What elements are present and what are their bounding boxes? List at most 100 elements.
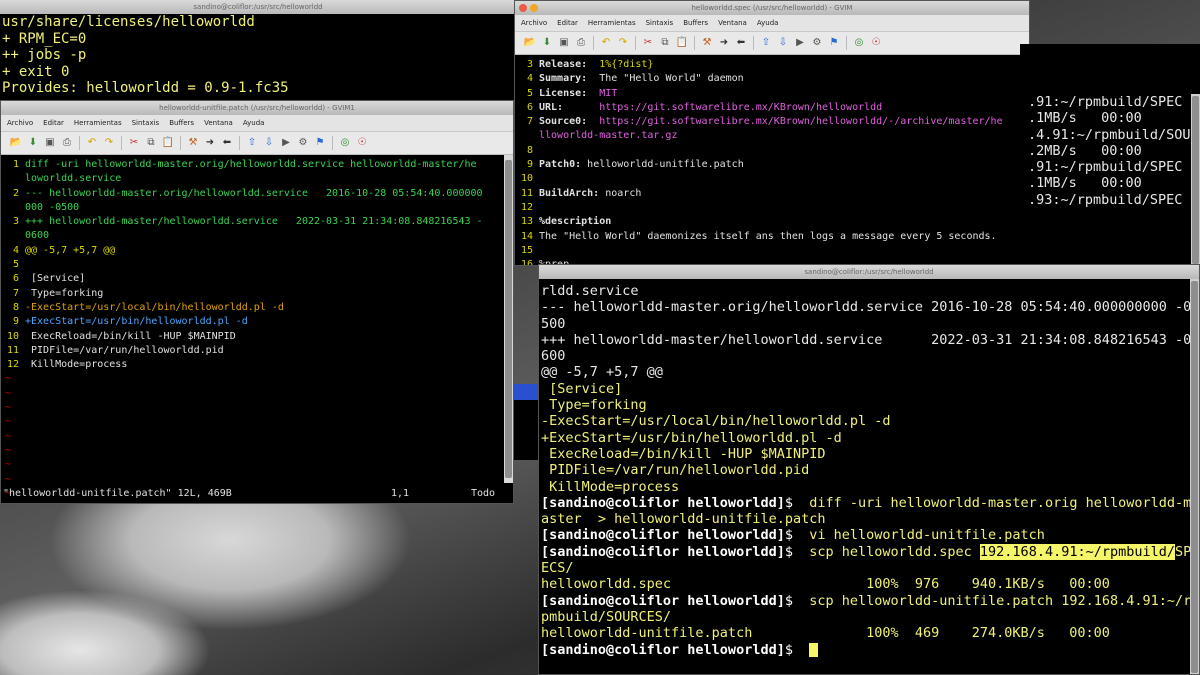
menu-ayuda[interactable]: Ayuda bbox=[243, 119, 265, 127]
spec-value: https://git.softwarelibre.mx/KBrown/hell… bbox=[563, 101, 883, 113]
line-text: +ExecStart=/usr/bin/helloworldd.pl -d bbox=[25, 316, 248, 328]
command-text: aster > helloworldd-unitfile.patch bbox=[541, 511, 826, 528]
paste-icon[interactable]: 📋 bbox=[675, 36, 689, 50]
save-icon[interactable]: ⬇ bbox=[26, 136, 40, 150]
command-text: ECS/ bbox=[541, 560, 574, 577]
status-all: Todo bbox=[471, 488, 496, 499]
terminal-line: KillMode=process bbox=[541, 478, 680, 495]
undo-icon[interactable]: ↶ bbox=[599, 36, 613, 50]
line-number: 9 bbox=[12, 316, 19, 328]
print-icon[interactable]: ⎙ bbox=[574, 36, 588, 50]
find-next-icon[interactable]: ➜ bbox=[717, 36, 731, 50]
tilde: ~ bbox=[5, 473, 12, 485]
empty-line-tilde: ~ bbox=[1, 401, 513, 415]
save-session-icon[interactable]: ⇩ bbox=[776, 36, 790, 50]
terminal-line: [Service] bbox=[541, 380, 623, 397]
run-script-icon[interactable]: ▶ bbox=[279, 136, 293, 150]
terminal-line: .1MB/s 00:00 bbox=[1028, 110, 1142, 127]
menu-ventana[interactable]: Ventana bbox=[718, 19, 747, 27]
help-icon[interactable]: ◎ bbox=[852, 36, 866, 50]
save-icon[interactable]: ⬇ bbox=[540, 36, 554, 50]
gvim-spec-titlebar: helloworldd.spec (/usr/src/helloworldd) … bbox=[515, 1, 1029, 15]
close-window-icon[interactable] bbox=[519, 4, 527, 12]
session-line: [sandino@coliflor helloworldd]$ diff -ur… bbox=[541, 495, 1199, 511]
spec-value: helloworldd-unitfile.patch bbox=[581, 159, 744, 171]
menu-herramientas[interactable]: Herramientas bbox=[74, 119, 122, 127]
menu-editar[interactable]: Editar bbox=[43, 119, 64, 127]
gvim-patch-buffer[interactable]: 1 diff -uri helloworldd-master.orig/hello… bbox=[1, 155, 513, 499]
copy-icon[interactable]: ⧉ bbox=[658, 36, 672, 50]
cut-icon[interactable]: ✂ bbox=[127, 136, 141, 150]
ctags-icon[interactable]: ⚑ bbox=[827, 36, 841, 50]
run-script-icon[interactable]: ▶ bbox=[793, 36, 807, 50]
line-number: 8 bbox=[526, 144, 533, 156]
empty-line-tilde: ~ bbox=[1, 444, 513, 458]
line-number: 14 bbox=[520, 230, 533, 242]
session-line: pmbuild/SOURCES/ bbox=[541, 609, 1199, 625]
find-prev-icon[interactable]: ⬅ bbox=[220, 136, 234, 150]
vim-line: 10 bbox=[515, 172, 1029, 186]
terminal-cursor[interactable] bbox=[809, 642, 819, 657]
make-icon[interactable]: ⚙ bbox=[810, 36, 824, 50]
gvim-patch-scrollbar[interactable] bbox=[504, 155, 513, 483]
right-terminal-scrollbar[interactable] bbox=[1191, 94, 1200, 266]
save-session-icon[interactable]: ⇩ bbox=[262, 136, 276, 150]
save-all-icon[interactable]: ▣ bbox=[43, 136, 57, 150]
undo-icon[interactable]: ↶ bbox=[85, 136, 99, 150]
menu-buffers[interactable]: Buffers bbox=[683, 19, 708, 27]
open-icon[interactable]: 📂 bbox=[523, 36, 537, 50]
spec-value: lloworldd-master.tar.gz bbox=[539, 130, 678, 142]
main-terminal-output[interactable]: rldd.service --- helloworldd-master.orig/… bbox=[539, 279, 1199, 658]
make-icon[interactable]: ⚙ bbox=[296, 136, 310, 150]
right-terminal-scroll-thumb[interactable] bbox=[1192, 96, 1199, 264]
find-help-icon[interactable]: ☉ bbox=[869, 36, 883, 50]
menu-editar[interactable]: Editar bbox=[557, 19, 578, 27]
menu-buffers[interactable]: Buffers bbox=[169, 119, 194, 127]
main-terminal-scrollbar[interactable] bbox=[1190, 279, 1199, 674]
prompt-symbol: $ bbox=[784, 543, 802, 560]
shell-prompt: [sandino@coliflor helloworldd] bbox=[541, 527, 785, 544]
top-terminal-window[interactable]: sandino@coliflor:/usr/src/helloworldd us… bbox=[0, 0, 516, 105]
gvim-spec-buffer[interactable]: 3 Release: 1%{?dist} 4 Summary: The "Hello … bbox=[515, 55, 1029, 265]
print-icon[interactable]: ⎙ bbox=[60, 136, 74, 150]
minimize-window-icon[interactable] bbox=[530, 4, 538, 12]
menu-sintaxis[interactable]: Sintaxis bbox=[646, 19, 674, 27]
gvim-spec-window[interactable]: helloworldd.spec (/usr/src/helloworldd) … bbox=[514, 0, 1030, 266]
main-terminal-window[interactable]: sandino@coliflor:/usr/src/helloworldd rl… bbox=[538, 264, 1200, 675]
spec-value: https://git.softwarelibre.mx/KBrown/hell… bbox=[587, 116, 1003, 128]
menu-archivo[interactable]: Archivo bbox=[521, 19, 547, 27]
gvim-patch-window[interactable]: helloworldd-unitfile.patch (/usr/src/hel… bbox=[0, 100, 514, 504]
redo-icon[interactable]: ↷ bbox=[102, 136, 116, 150]
line-number: 12 bbox=[520, 201, 533, 213]
find-replace-icon[interactable]: ⚒ bbox=[186, 136, 200, 150]
find-help-icon[interactable]: ☉ bbox=[355, 136, 369, 150]
copy-icon[interactable]: ⧉ bbox=[144, 136, 158, 150]
find-prev-icon[interactable]: ⬅ bbox=[734, 36, 748, 50]
cut-icon[interactable]: ✂ bbox=[641, 36, 655, 50]
menu-archivo[interactable]: Archivo bbox=[7, 119, 33, 127]
terminal-line: +ExecStart=/usr/bin/helloworldd.pl -d bbox=[541, 429, 842, 446]
menu-sintaxis[interactable]: Sintaxis bbox=[132, 119, 160, 127]
main-terminal-scroll-thumb[interactable] bbox=[1191, 281, 1198, 673]
paste-icon[interactable]: 📋 bbox=[161, 136, 175, 150]
find-replace-icon[interactable]: ⚒ bbox=[700, 36, 714, 50]
vim-line: 7 Source0: https://git.softwarelibre.mx/K… bbox=[515, 115, 1029, 129]
terminal-line: 500 bbox=[541, 315, 566, 332]
vim-line: 11 BuildArch: noarch bbox=[515, 187, 1029, 201]
load-session-icon[interactable]: ⇧ bbox=[245, 136, 259, 150]
right-terminal-window[interactable]: .91:~/rpmbuild/SPEC .1MB/s 00:00.4.91:~/r… bbox=[1020, 44, 1200, 266]
vim-line: 4 @@ -5,7 +5,7 @@ bbox=[1, 244, 513, 258]
command-text: SP bbox=[1175, 543, 1192, 560]
save-all-icon[interactable]: ▣ bbox=[557, 36, 571, 50]
menu-ventana[interactable]: Ventana bbox=[204, 119, 233, 127]
menu-herramientas[interactable]: Herramientas bbox=[588, 19, 636, 27]
find-next-icon[interactable]: ➜ bbox=[203, 136, 217, 150]
toolbar-separator bbox=[332, 136, 333, 150]
redo-icon[interactable]: ↷ bbox=[616, 36, 630, 50]
gvim-patch-scroll-thumb[interactable] bbox=[505, 160, 512, 478]
load-session-icon[interactable]: ⇧ bbox=[759, 36, 773, 50]
menu-ayuda[interactable]: Ayuda bbox=[757, 19, 779, 27]
ctags-icon[interactable]: ⚑ bbox=[313, 136, 327, 150]
open-icon[interactable]: 📂 bbox=[9, 136, 23, 150]
help-icon[interactable]: ◎ bbox=[338, 136, 352, 150]
